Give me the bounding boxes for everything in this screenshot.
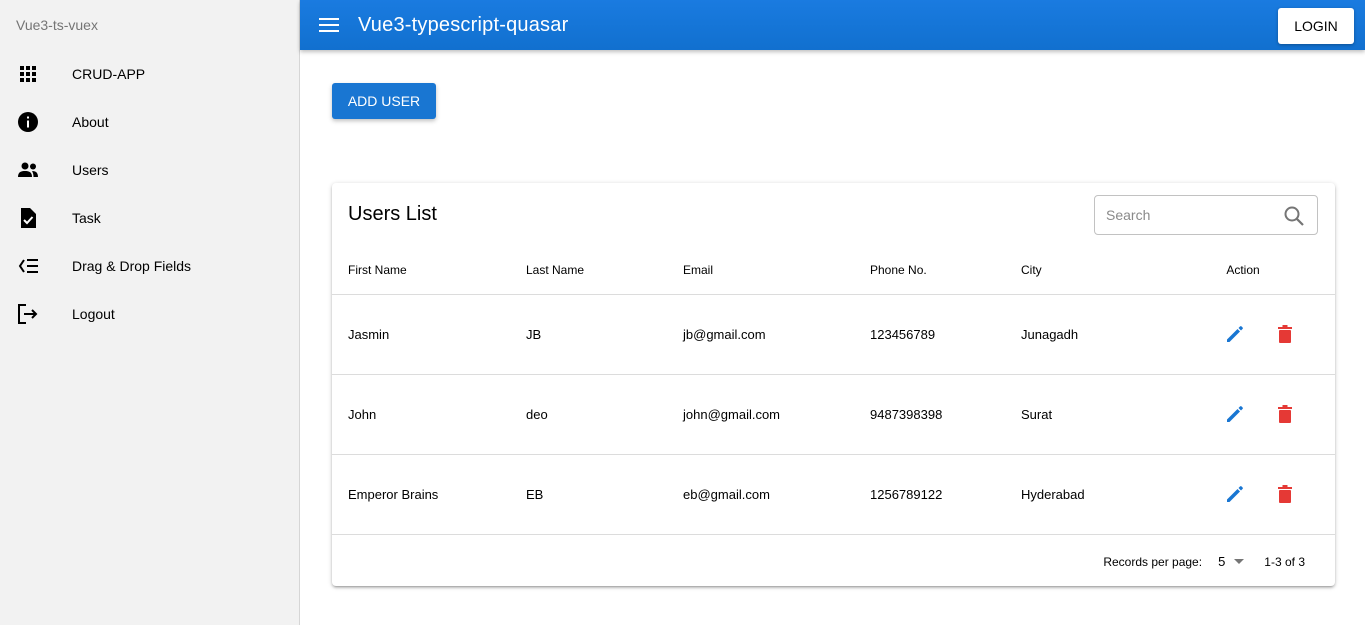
cell-city: Surat: [1021, 374, 1183, 455]
nav-item-drag-drop-fields[interactable]: Drag & Drop Fields: [0, 242, 299, 290]
cell-actions: [1183, 454, 1335, 535]
task-check-icon: [16, 206, 40, 230]
nav-list: CRUD-APP About Users Task Drag & Drop Fi…: [0, 50, 299, 338]
menu-button[interactable]: [311, 7, 347, 43]
login-button[interactable]: LOGIN: [1278, 8, 1354, 44]
app-title: Vue3-typescript-quasar: [358, 13, 569, 36]
column-header-first-name[interactable]: First Name: [332, 246, 526, 295]
people-icon: [16, 158, 40, 182]
logout-icon: [16, 302, 40, 326]
cell-actions: [1183, 294, 1335, 375]
add-user-button[interactable]: ADD USER: [332, 83, 436, 119]
nav-label: Logout: [72, 306, 115, 322]
column-header-city[interactable]: City: [1021, 246, 1183, 295]
cell-phone: 9487398398: [870, 374, 1021, 455]
edit-icon[interactable]: [1225, 484, 1245, 504]
nav-item-logout[interactable]: Logout: [0, 290, 299, 338]
nav-item-crud-app[interactable]: CRUD-APP: [0, 50, 299, 98]
cell-first-name: Emperor Brains: [332, 454, 526, 535]
page-info: 1-3 of 3: [1264, 554, 1305, 569]
drawer-title: Vue3-ts-vuex: [16, 17, 98, 33]
nav-label: Drag & Drop Fields: [72, 258, 192, 274]
column-header-last-name[interactable]: Last Name: [526, 246, 683, 295]
cell-first-name: John: [332, 374, 526, 455]
apps-grid-icon: [16, 62, 40, 86]
nav-label: About: [72, 114, 109, 130]
dropdown-arrow-icon: [1234, 558, 1245, 564]
column-header-action: Action: [1183, 246, 1335, 295]
card-title: Users List: [348, 203, 437, 225]
nav-item-task[interactable]: Task: [0, 194, 299, 242]
nav-label: Task: [72, 210, 101, 226]
table-row: Jasmin JB jb@gmail.com 123456789 Junagad…: [332, 294, 1335, 375]
cell-email: jb@gmail.com: [683, 294, 870, 375]
edit-icon[interactable]: [1225, 404, 1245, 424]
cell-email: eb@gmail.com: [683, 454, 870, 535]
delete-icon[interactable]: [1275, 324, 1295, 344]
cell-actions: [1183, 374, 1335, 455]
records-per-page-value: 5: [1218, 554, 1226, 569]
nav-item-about[interactable]: About: [0, 98, 299, 146]
cell-city: Junagadh: [1021, 294, 1183, 375]
cell-first-name: Jasmin: [332, 294, 526, 375]
table-header-row: First Name Last Name Email Phone No. Cit…: [332, 246, 1335, 295]
search-field: [1094, 195, 1318, 235]
column-header-phone[interactable]: Phone No.: [870, 246, 1021, 295]
table-row: John deo john@gmail.com 9487398398 Surat: [332, 374, 1335, 455]
table-row: Emperor Brains EB eb@gmail.com 125678912…: [332, 454, 1335, 535]
app-header: Vue3-typescript-quasar LOGIN: [300, 0, 1365, 50]
column-header-email[interactable]: Email: [683, 246, 870, 295]
table-pagination: Records per page: 5 1-3 of 3: [332, 537, 1335, 586]
nav-label: Users: [72, 162, 109, 178]
cell-last-name: deo: [526, 374, 683, 455]
search-icon[interactable]: [1283, 205, 1305, 227]
cell-city: Hyderabad: [1021, 454, 1183, 535]
side-drawer: Vue3-ts-vuex CRUD-APP About Users Task D…: [0, 0, 300, 625]
nav-item-users[interactable]: Users: [0, 146, 299, 194]
info-icon: [16, 110, 40, 134]
search-input[interactable]: [1106, 207, 1276, 223]
users-table: First Name Last Name Email Phone No. Cit…: [332, 246, 1335, 535]
records-per-page-select[interactable]: 5: [1218, 554, 1245, 569]
users-list-card: Users List First Name Last Name Email Ph…: [332, 183, 1335, 586]
cell-last-name: JB: [526, 294, 683, 375]
edit-icon[interactable]: [1225, 324, 1245, 344]
hamburger-menu-icon: [319, 18, 339, 32]
cell-phone: 123456789: [870, 294, 1021, 375]
cell-last-name: EB: [526, 454, 683, 535]
records-per-page-label: Records per page:: [1103, 554, 1203, 569]
cell-phone: 1256789122: [870, 454, 1021, 535]
cell-email: john@gmail.com: [683, 374, 870, 455]
delete-icon[interactable]: [1275, 404, 1295, 424]
nav-label: CRUD-APP: [72, 66, 146, 82]
delete-icon[interactable]: [1275, 484, 1295, 504]
checklist-icon: [16, 254, 40, 278]
